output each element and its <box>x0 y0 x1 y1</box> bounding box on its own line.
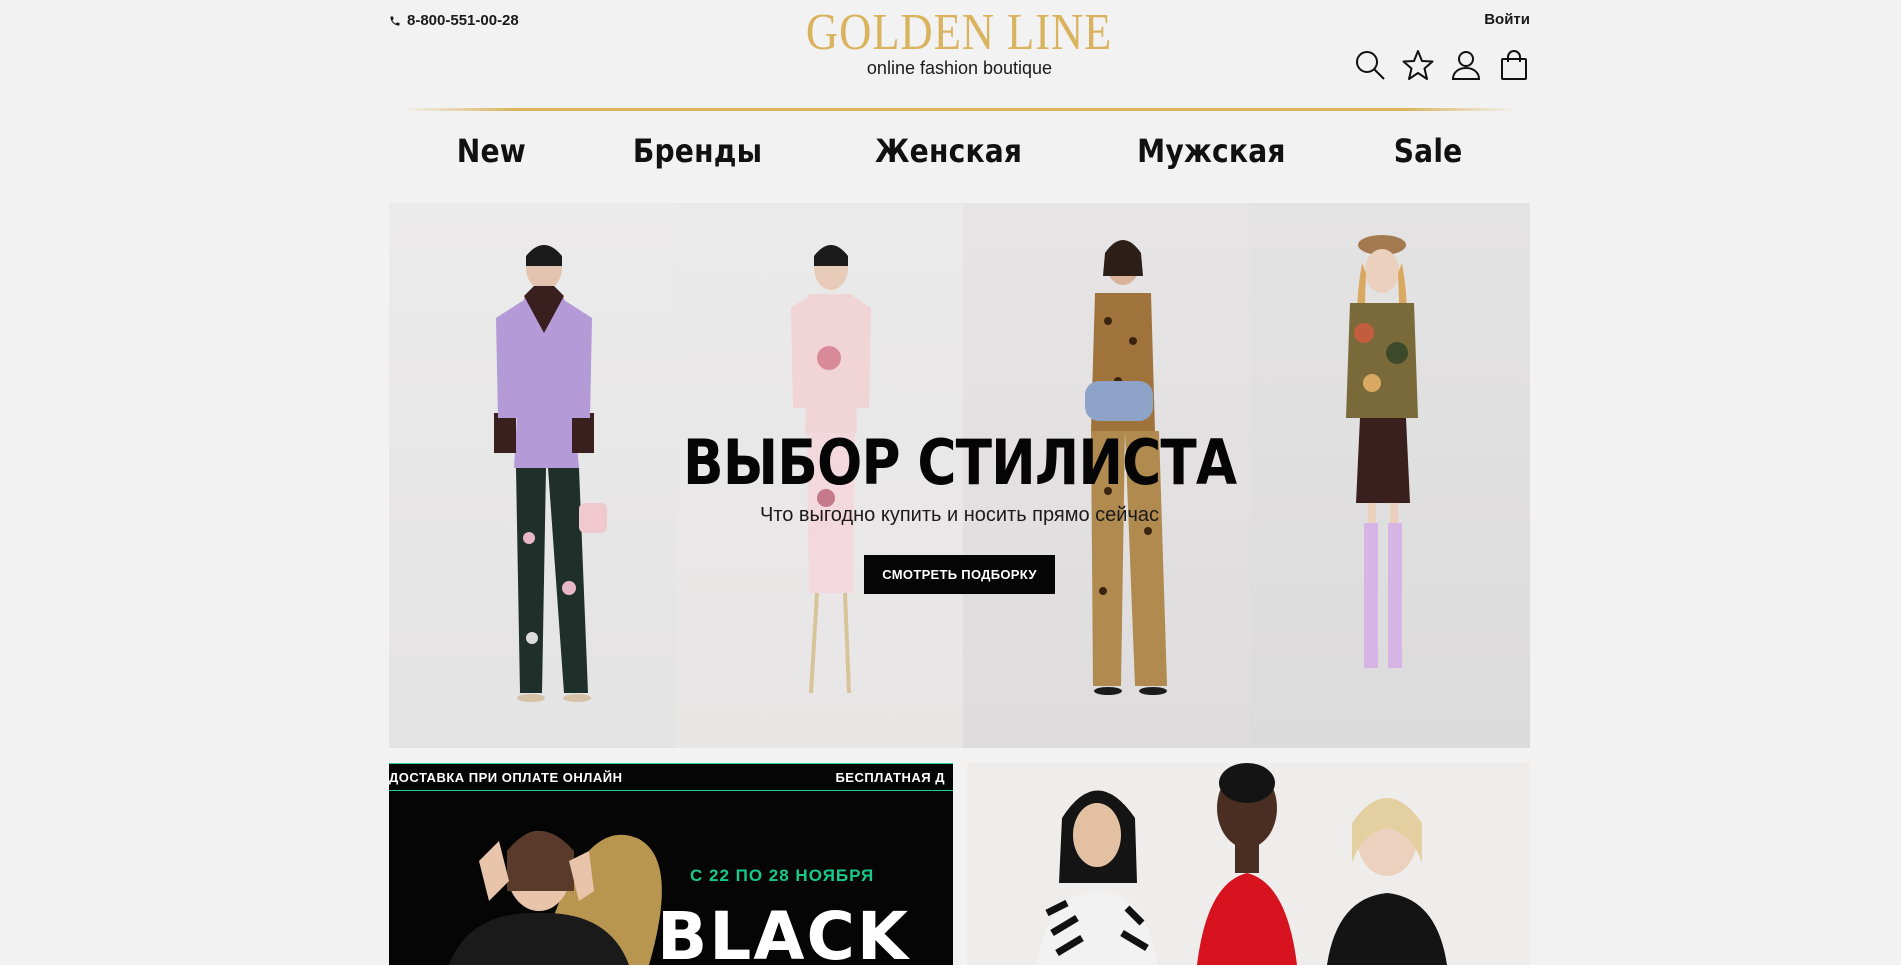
nav-item-new[interactable]: New <box>456 132 525 170</box>
header-icons <box>1354 48 1530 82</box>
hero-subtitle: Что выгодно купить и носить прямо сейчас <box>759 504 1160 526</box>
models-banner[interactable] <box>967 763 1530 965</box>
view-selection-button[interactable]: СМОТРЕТЬ ПОДБОРКУ <box>864 555 1055 594</box>
ticker-text-left: ДОСТАВКА ПРИ ОПЛАТЕ ОНЛАЙН <box>389 769 623 785</box>
favorites-button[interactable] <box>1402 48 1434 82</box>
models-photo <box>1037 763 1447 965</box>
cart-button[interactable] <box>1498 48 1530 82</box>
nav-item-sale[interactable]: Sale <box>1394 132 1463 170</box>
shopping-bag-icon <box>1501 50 1527 80</box>
promo-date: С 22 ПО 28 НОЯБРЯ <box>690 866 875 885</box>
nav-item-men[interactable]: Мужская <box>1137 132 1286 170</box>
search-icon <box>1356 51 1385 80</box>
hero-content: ВЫБОР СТИЛИСТА Что выгодно купить и носи… <box>389 428 1530 594</box>
star-icon <box>1402 50 1434 80</box>
header-divider <box>403 108 1516 111</box>
black-friday-banner[interactable]: ДОСТАВКА ПРИ ОПЛАТЕ ОНЛАЙН БЕСПЛАТНАЯ Д … <box>389 763 953 965</box>
login-link[interactable]: Войти <box>1484 11 1530 28</box>
logo-title: GOLDEN LINE <box>806 4 1113 61</box>
search-button[interactable] <box>1354 48 1386 82</box>
hero-banner[interactable]: ВЫБОР СТИЛИСТА Что выгодно купить и носи… <box>389 203 1530 748</box>
hero-title: ВЫБОР СТИЛИСТА <box>682 426 1237 499</box>
promo-headline: BLACK <box>657 898 911 965</box>
ticker-text-right: БЕСПЛАТНАЯ Д <box>835 769 945 785</box>
account-button[interactable] <box>1450 48 1482 82</box>
main-nav: New Бренды Женская Мужская Sale <box>389 132 1530 170</box>
nav-item-women[interactable]: Женская <box>875 132 1022 170</box>
delivery-ticker: ДОСТАВКА ПРИ ОПЛАТЕ ОНЛАЙН БЕСПЛАТНАЯ Д <box>389 763 953 791</box>
nav-item-brands[interactable]: Бренды <box>633 132 762 170</box>
user-icon <box>1451 51 1481 80</box>
